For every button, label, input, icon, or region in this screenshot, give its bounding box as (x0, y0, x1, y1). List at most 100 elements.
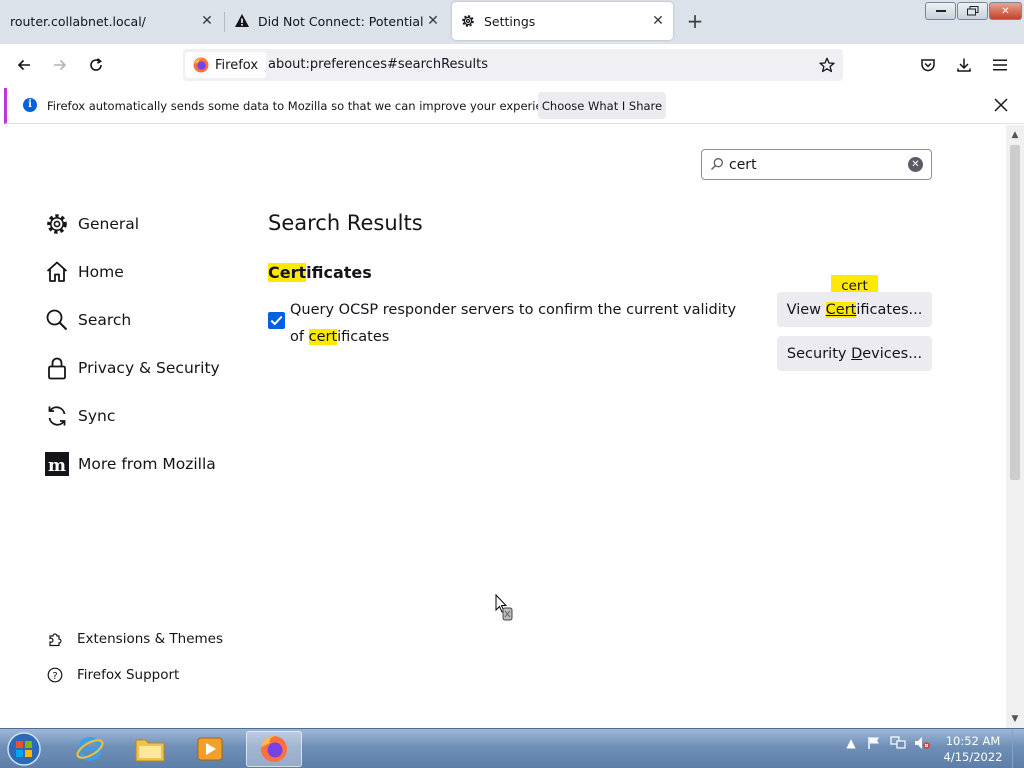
category-home[interactable]: Home (44, 256, 124, 288)
scrollbar-thumb[interactable] (1010, 145, 1020, 480)
firefox-taskbar-icon[interactable] (246, 731, 302, 767)
navigation-toolbar: Firefox about:preferences#searchResults (0, 44, 1024, 86)
show-hidden-icons-icon[interactable]: ▲ (843, 735, 859, 751)
action-center-flag-icon[interactable] (866, 735, 882, 751)
category-sync[interactable]: Sync (44, 400, 115, 432)
tab-title: router.collabnet.local/ (10, 13, 146, 29)
start-button[interactable] (4, 730, 44, 768)
search-highlight: Cert (268, 263, 307, 282)
security-devices-button[interactable]: Security Devices... (777, 336, 932, 371)
close-tab-icon[interactable]: ✕ (200, 14, 214, 28)
category-label: Home (78, 263, 124, 281)
clock-date: 4/15/2022 (943, 750, 1003, 764)
search-results-heading: Search Results (268, 211, 423, 235)
category-label: More from Mozilla (78, 455, 216, 473)
extensions-themes-link[interactable]: Extensions & Themes (46, 628, 223, 650)
category-search[interactable]: Search (44, 304, 131, 336)
category-privacy[interactable]: Privacy & Security (44, 352, 220, 384)
heading-text: ificates (306, 263, 372, 282)
clock-time: 10:52 AM (945, 734, 1001, 748)
gear-icon (44, 211, 70, 237)
view-certificates-button[interactable]: View Cert ificates... (777, 292, 932, 327)
category-label: Search (78, 311, 132, 329)
firefox-support-link[interactable]: ? Firefox Support (46, 664, 179, 686)
bookmark-star-icon[interactable] (817, 55, 837, 75)
button-text: ificates... (856, 301, 923, 318)
category-label: Privacy & Security (78, 359, 220, 377)
url-bar[interactable]: Firefox about:preferences#searchResults (183, 49, 843, 81)
choose-what-i-share-button[interactable]: Choose What I Share (538, 92, 666, 119)
category-label: Sync (78, 407, 116, 425)
identity-box[interactable]: Firefox (185, 52, 267, 78)
tab-title: Settings (484, 13, 536, 29)
close-tab-icon[interactable]: ✕ (426, 14, 440, 28)
tab-did-not-connect[interactable]: Did Not Connect: Potential Security Issu… (226, 2, 448, 40)
scroll-up-icon[interactable]: ▲ (1010, 130, 1020, 140)
sync-icon (44, 403, 70, 429)
label-text: ificates (337, 329, 390, 345)
identity-label: Firefox (215, 57, 259, 73)
preferences-search-input[interactable]: cert ✕ (701, 149, 932, 180)
taskbar-clock[interactable]: 10:52 AM 4/15/2022 (938, 733, 1008, 765)
media-player-icon[interactable] (182, 731, 238, 767)
preferences-content: cert ✕ General Home Search Privacy & Sec… (0, 125, 1006, 728)
url-text[interactable]: about:preferences#searchResults (268, 57, 488, 72)
category-general[interactable]: General (44, 208, 139, 240)
downloads-icon[interactable] (950, 52, 978, 78)
file-explorer-icon[interactable] (122, 731, 178, 767)
tab-title: Did Not Connect: Potential Security Issu… (258, 13, 426, 29)
ocsp-checkbox[interactable] (268, 312, 285, 329)
gear-icon (460, 13, 476, 29)
internet-explorer-icon[interactable] (62, 731, 118, 767)
footer-link-label: Extensions & Themes (77, 631, 224, 647)
svg-text:?: ? (52, 671, 57, 682)
close-icon[interactable] (992, 96, 1010, 114)
scroll-down-icon[interactable]: ▼ (1010, 714, 1020, 724)
tab-strip: router.collabnet.local/ ✕ Did Not Connec… (0, 0, 1024, 44)
puzzle-icon (46, 630, 64, 648)
category-label: General (78, 215, 140, 233)
network-icon[interactable] (890, 735, 906, 751)
search-icon (710, 157, 724, 171)
tab-separator (224, 12, 225, 32)
clear-search-icon[interactable]: ✕ (908, 157, 923, 172)
svg-text:m: m (48, 456, 66, 476)
show-desktop-button[interactable] (1012, 729, 1024, 768)
busy-cursor-icon (495, 593, 515, 624)
forward-button[interactable] (46, 52, 74, 78)
pocket-icon[interactable] (914, 52, 942, 78)
button-text: Security (786, 345, 852, 362)
close-tab-icon[interactable]: ✕ (651, 14, 665, 28)
search-value[interactable]: cert (729, 157, 757, 173)
firefox-logo-icon (193, 57, 209, 73)
certificates-heading: Certificates (268, 263, 372, 282)
home-icon (44, 259, 70, 285)
windows-taskbar: ▲ 10:52 AM 4/15/2022 (0, 728, 1024, 768)
info-icon: i (23, 98, 37, 112)
tab-settings[interactable]: Settings ✕ (452, 2, 673, 40)
notification-message: Firefox automatically sends some data to… (47, 99, 567, 113)
search-highlight: Cert (825, 301, 857, 318)
lock-icon (44, 355, 70, 381)
telemetry-notification: i Firefox automatically sends some data … (4, 88, 1024, 124)
vertical-scrollbar[interactable]: ▲ ▼ (1006, 125, 1024, 728)
ocsp-label[interactable]: Query OCSP responder servers to confirm … (290, 297, 738, 351)
restore-button[interactable] (957, 2, 988, 20)
footer-link-label: Firefox Support (77, 667, 180, 683)
volume-muted-icon[interactable] (914, 735, 930, 751)
category-more-from-mozilla[interactable]: m More from Mozilla (44, 448, 216, 480)
window-close-button[interactable]: ✕ (989, 2, 1022, 20)
reload-button[interactable] (82, 52, 110, 78)
help-icon: ? (46, 666, 64, 684)
minimize-button[interactable] (925, 2, 956, 20)
warning-icon (234, 13, 250, 29)
new-tab-button[interactable]: + (684, 10, 706, 32)
button-text: View (786, 301, 826, 318)
tab-router[interactable]: router.collabnet.local/ ✕ (0, 2, 222, 40)
hamburger-menu-icon[interactable] (986, 52, 1014, 78)
button-text: evices... (862, 345, 923, 362)
access-key: D (851, 345, 863, 362)
back-button[interactable] (10, 52, 38, 78)
mozilla-icon: m (44, 451, 70, 477)
search-icon (44, 307, 70, 333)
